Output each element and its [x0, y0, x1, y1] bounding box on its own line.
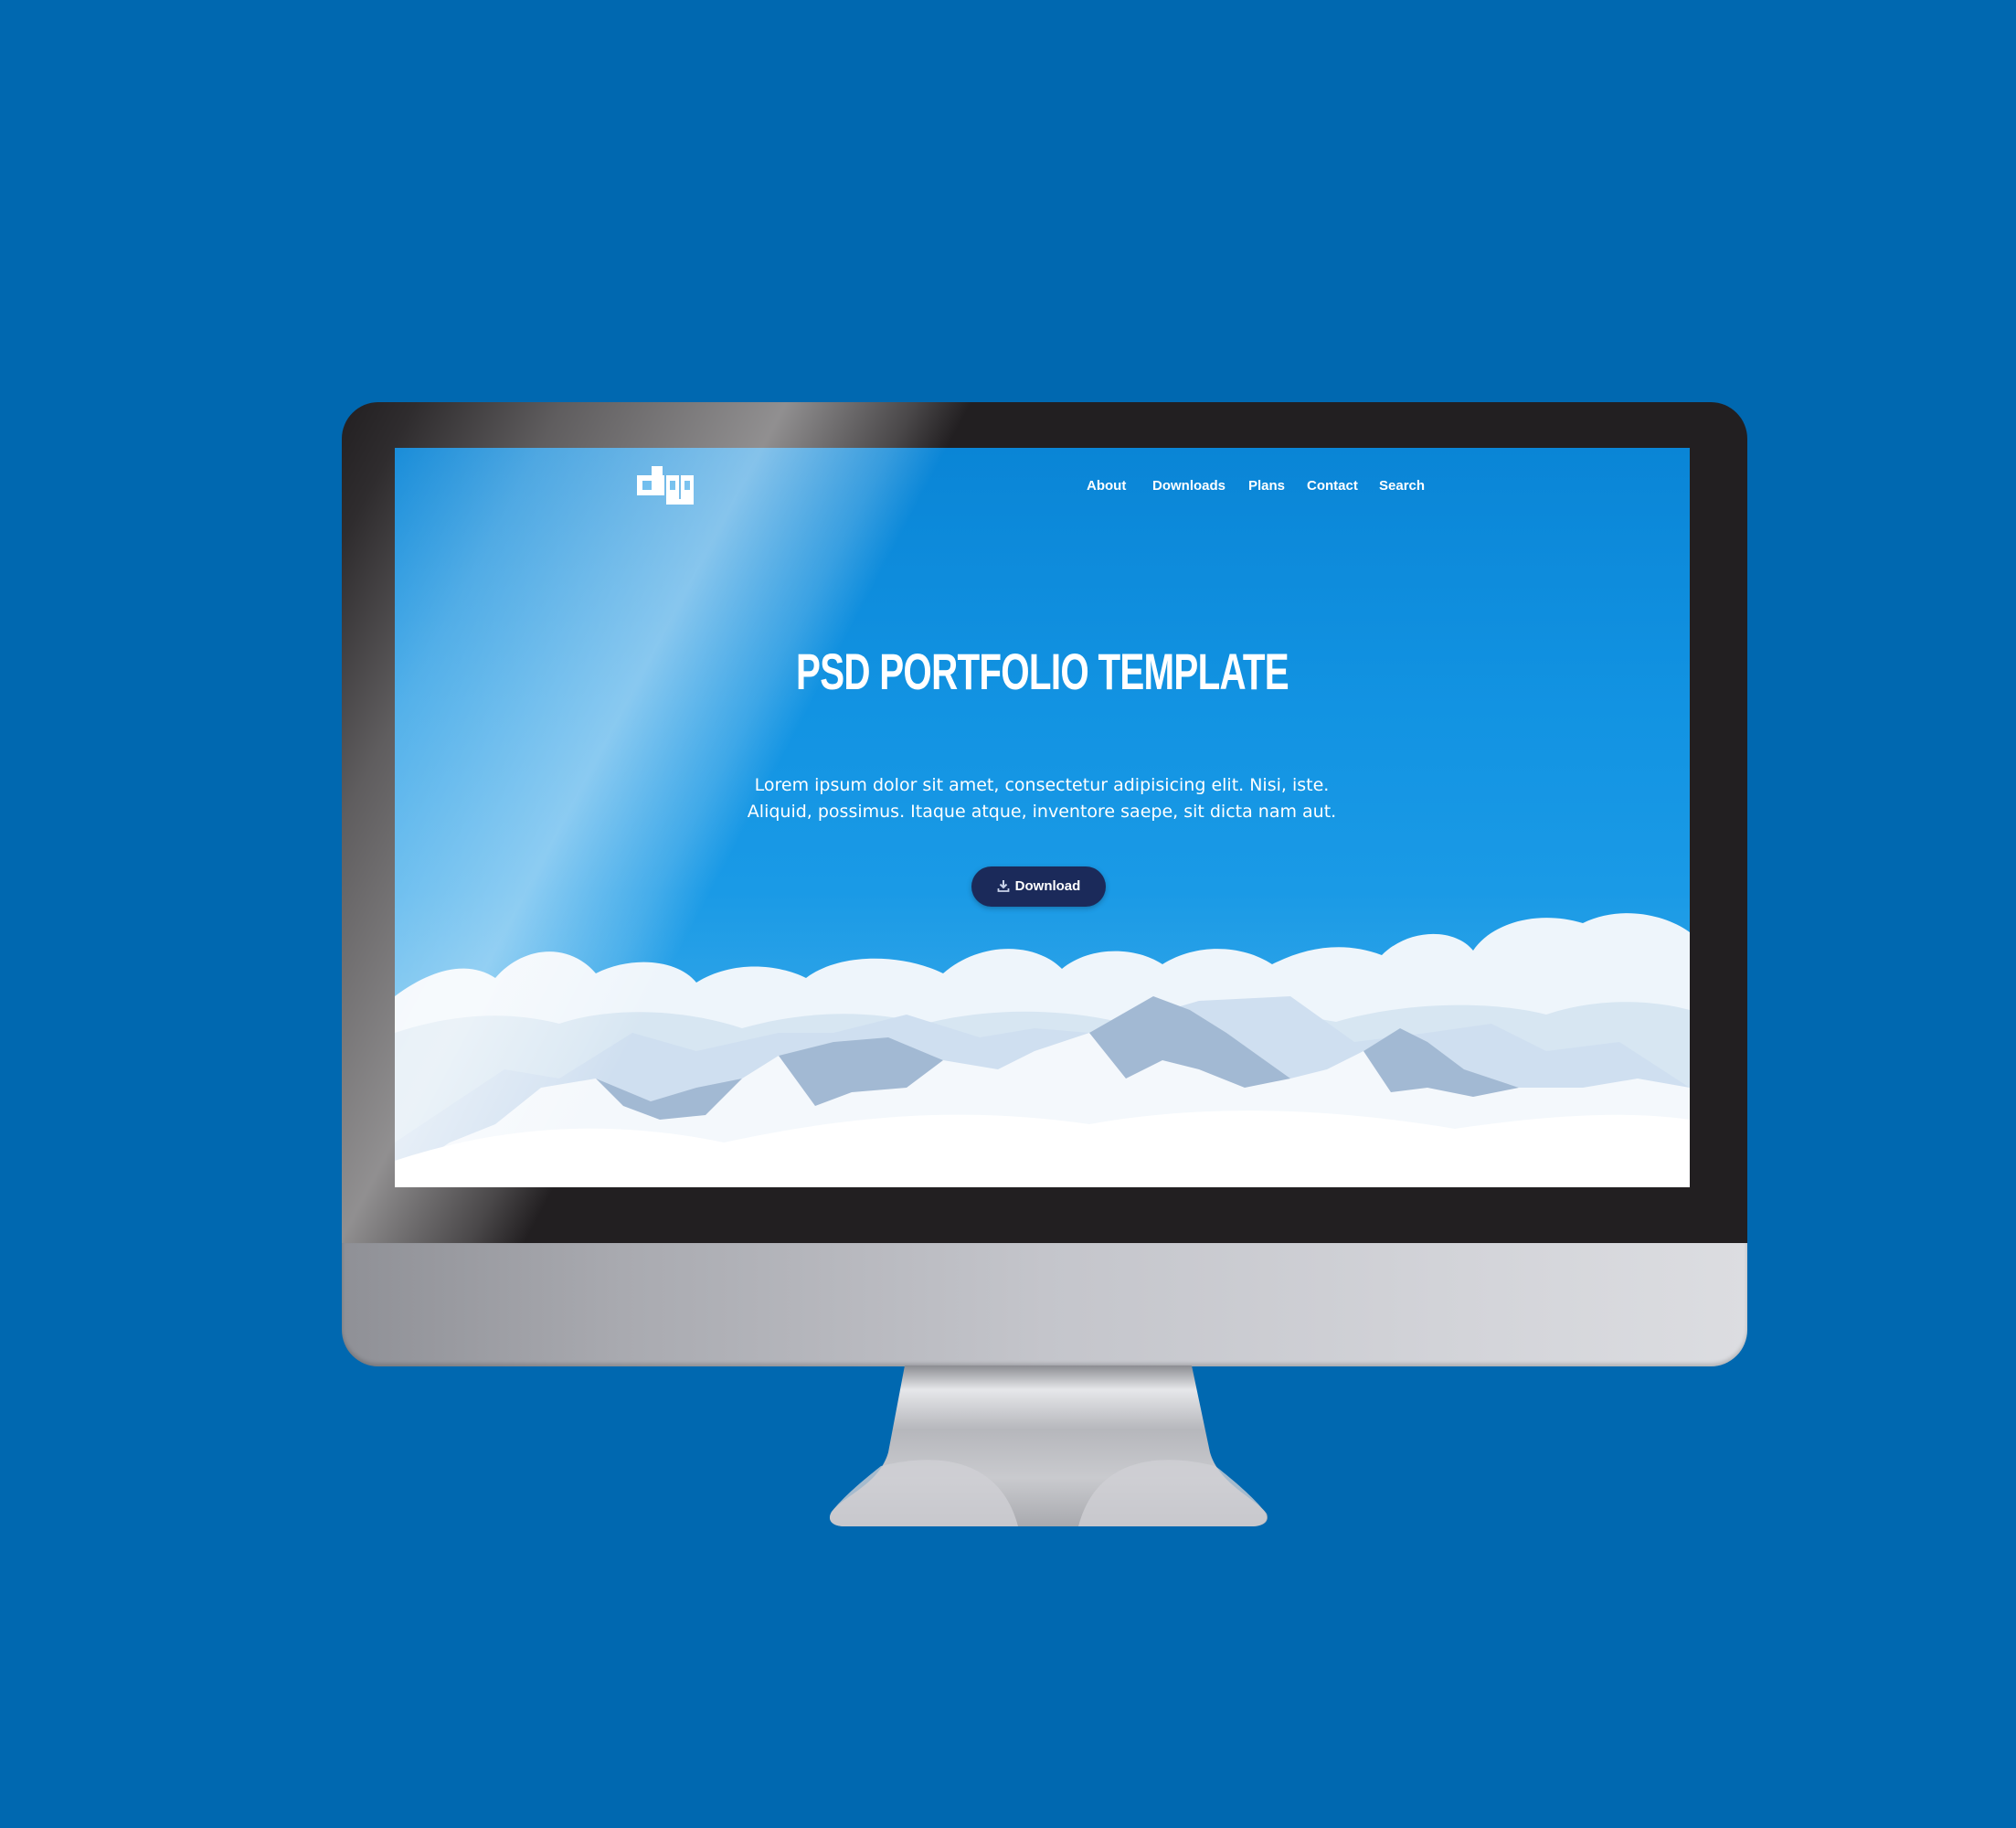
imac-monitor: About Downloads Plans Contact Search PSD… [342, 402, 1747, 1366]
nav-item-contact[interactable]: Contact [1307, 475, 1358, 497]
website-screen: About Downloads Plans Contact Search PSD… [395, 448, 1690, 1187]
hero-description: Lorem ipsum dolor sit amet, consectetur … [747, 775, 1337, 822]
nav-item-plans[interactable]: Plans [1248, 475, 1285, 497]
nav-item-search[interactable]: Search [1379, 475, 1425, 497]
nav-item-about[interactable]: About [1087, 475, 1126, 497]
download-button-label: Download [1014, 878, 1081, 894]
monitor-bezel: About Downloads Plans Contact Search PSD… [342, 402, 1747, 1243]
download-icon [997, 879, 1010, 892]
nav-item-downloads[interactable]: Downloads [1152, 475, 1226, 497]
monitor-chin [342, 1243, 1747, 1366]
monitor-stand [829, 1366, 1268, 1526]
main-nav: About Downloads Plans Contact Search [395, 475, 1690, 497]
download-button[interactable]: Download [971, 866, 1106, 907]
hero-title: PSD PORTFOLIO TEMPLATE [796, 643, 1289, 700]
